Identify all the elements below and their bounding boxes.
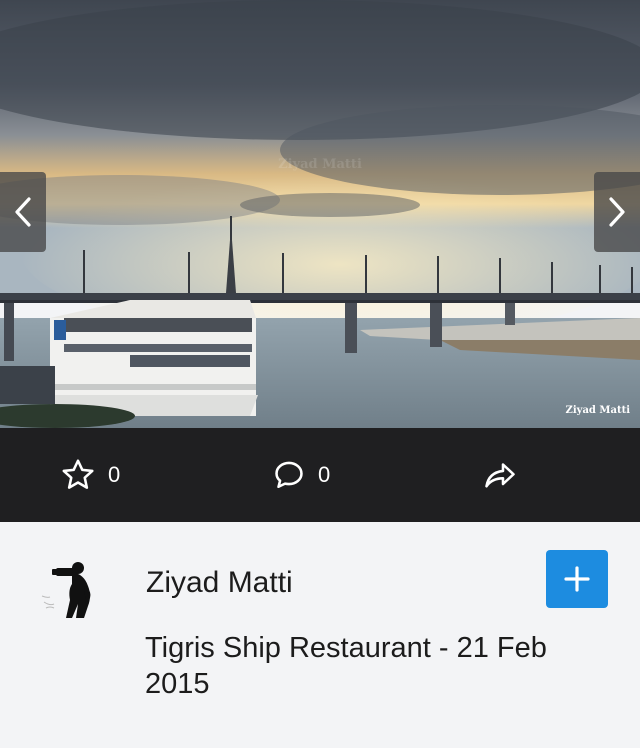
- action-bar: 0 0: [0, 428, 640, 522]
- watermark-corner: Ziyad Matti: [565, 405, 630, 416]
- post-title: Tigris Ship Restaurant - 21 Feb 2015: [145, 632, 547, 700]
- star-icon: [62, 459, 94, 489]
- chevron-right-icon: [609, 197, 625, 227]
- share-icon: [485, 463, 515, 488]
- author-name[interactable]: Ziyad Matti: [146, 566, 293, 600]
- photo-image: [0, 0, 640, 428]
- photo[interactable]: Ziyad Matti Ziyad Matti: [0, 0, 640, 428]
- share-button[interactable]: [482, 428, 518, 522]
- plus-icon: [564, 566, 590, 592]
- avatar[interactable]: [40, 558, 104, 622]
- comment-icon: [275, 461, 303, 489]
- photographer-avatar-icon: [41, 562, 91, 618]
- watermark: Ziyad Matti: [278, 157, 362, 172]
- comment-button[interactable]: 0: [272, 428, 330, 522]
- previous-photo-button[interactable]: [0, 172, 46, 252]
- comments-count: 0: [318, 462, 331, 487]
- post-info: Ziyad Matti Tigris Ship Restaurant - 21 …: [0, 522, 640, 748]
- chevron-left-icon: [15, 197, 31, 227]
- add-button[interactable]: [546, 550, 608, 608]
- favorite-button[interactable]: 0: [60, 428, 120, 522]
- favorites-count: 0: [108, 462, 121, 487]
- next-photo-button[interactable]: [594, 172, 640, 252]
